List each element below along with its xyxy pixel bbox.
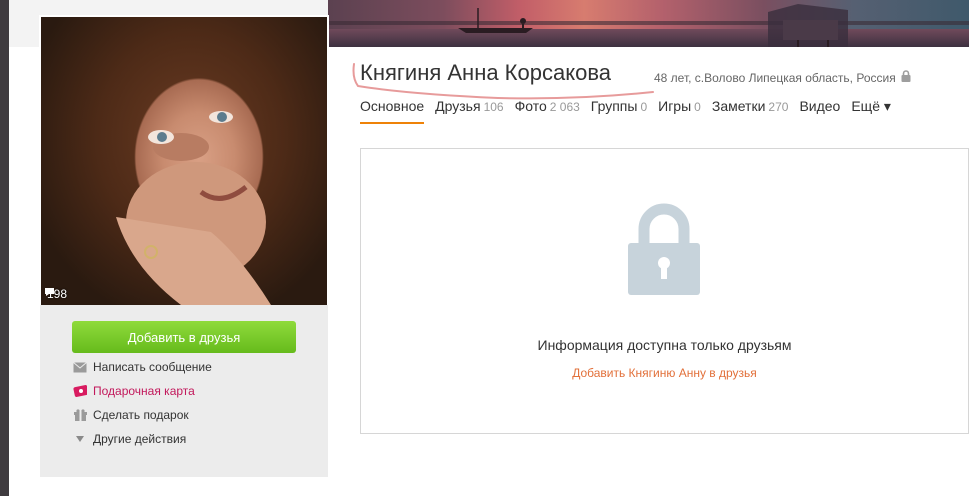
tab-photos[interactable]: Фото 2 063: [515, 98, 580, 120]
profile-meta-text: 48 лет, с.Волово Липецкая область, Росси…: [654, 70, 896, 85]
private-info-text: Информация доступна только друзьям: [537, 337, 792, 353]
profile-photo-portrait: [116, 111, 271, 305]
lock-icon: [628, 203, 700, 295]
tab-notes[interactable]: Заметки 270: [712, 98, 789, 120]
lock-icon: [901, 70, 911, 85]
add-to-friends-link[interactable]: Добавить Княгиню Анну в друзья: [361, 366, 968, 380]
gift-box-icon: [73, 408, 87, 422]
other-actions-action[interactable]: Другие действия: [73, 432, 186, 446]
tab-friends[interactable]: Друзья 106: [435, 98, 503, 120]
gift-card-icon: [73, 384, 87, 398]
gift-card-action[interactable]: Подарочная карта: [73, 384, 195, 398]
cover-boat-silhouette: [458, 4, 848, 47]
profile-photo-card[interactable]: 198: [39, 15, 329, 305]
tab-games[interactable]: Игры 0: [658, 98, 701, 120]
profile-actions-panel: Добавить в друзья Написать сообщение Под…: [40, 305, 328, 477]
profile-header: Княгиня Анна Корсакова 48 лет, с.Волово …: [360, 58, 960, 98]
gift-card-label: Подарочная карта: [93, 384, 195, 398]
envelope-icon: [73, 360, 87, 374]
photo-comment-count[interactable]: 198: [44, 287, 67, 301]
tab-groups[interactable]: Группы 0: [591, 98, 647, 120]
tab-main[interactable]: Основное: [360, 98, 425, 124]
profile-tabs: Основное Друзья 106 Фото 2 063 Группы 0 Игр…: [360, 98, 891, 124]
tab-games-count: 0: [694, 100, 701, 114]
tab-friends-count: 106: [483, 100, 504, 114]
profile-cover-banner: [328, 0, 969, 47]
profile-photo[interactable]: 198: [41, 17, 327, 305]
add-friend-button[interactable]: Добавить в друзья: [72, 321, 296, 353]
triangle-down-icon: [73, 432, 87, 446]
tab-notes-count: 270: [768, 100, 789, 114]
left-dark-edge: [0, 0, 9, 496]
tab-video[interactable]: Видео: [799, 98, 840, 120]
write-message-action[interactable]: Написать сообщение: [73, 360, 212, 374]
profile-meta: 48 лет, с.Волово Липецкая область, Росси…: [654, 70, 911, 85]
make-gift-label: Сделать подарок: [93, 408, 189, 422]
tab-more[interactable]: Ещё ▾: [851, 98, 891, 120]
private-info-box: Информация доступна только друзьям Добав…: [360, 148, 969, 434]
tab-groups-count: 0: [640, 100, 648, 114]
other-actions-label: Другие действия: [93, 432, 187, 446]
profile-name: Княгиня Анна Корсакова: [360, 60, 611, 85]
make-gift-action[interactable]: Сделать подарок: [73, 408, 189, 422]
write-message-label: Написать сообщение: [93, 360, 212, 374]
tab-photos-count: 2 063: [549, 100, 580, 114]
